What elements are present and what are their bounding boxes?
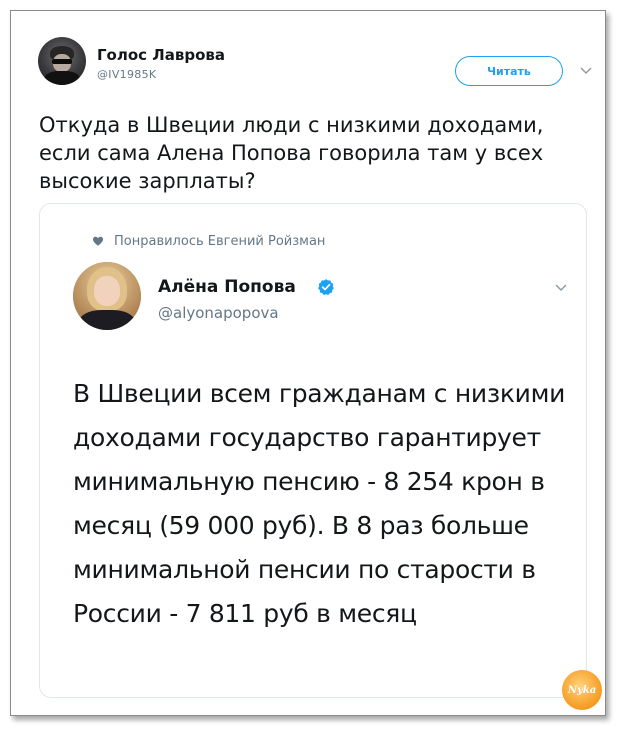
quoted-tweet-text: В Швеции всем гражданам с низкими дохода… bbox=[73, 379, 566, 628]
author-handle[interactable]: @IV1985K bbox=[97, 68, 156, 81]
author-avatar[interactable] bbox=[38, 37, 86, 85]
watermark-logo: Nyka bbox=[562, 670, 602, 710]
chevron-down-icon[interactable] bbox=[554, 281, 568, 293]
tweet-text: Откуда в Швеции люди с низкими доходами,… bbox=[39, 113, 544, 193]
chevron-down-icon[interactable] bbox=[579, 64, 593, 76]
screenshot-frame: Голос Лаврова @IV1985K Читать Откуда в Ш… bbox=[10, 10, 606, 716]
follow-button[interactable]: Читать bbox=[455, 56, 563, 86]
verified-icon bbox=[318, 279, 334, 296]
quoted-tweet-card[interactable]: Понравилось Евгений Ройзман Алёна Попова… bbox=[39, 203, 587, 698]
liked-by-label: Понравилось Евгений Ройзман bbox=[114, 234, 326, 249]
quoted-author-name[interactable]: Алёна Попова bbox=[158, 277, 296, 297]
author-name[interactable]: Голос Лаврова bbox=[97, 46, 225, 64]
quoted-author-avatar[interactable] bbox=[73, 262, 141, 330]
heart-icon bbox=[93, 236, 103, 246]
quoted-author-handle[interactable]: @alyonapopova bbox=[158, 304, 279, 322]
